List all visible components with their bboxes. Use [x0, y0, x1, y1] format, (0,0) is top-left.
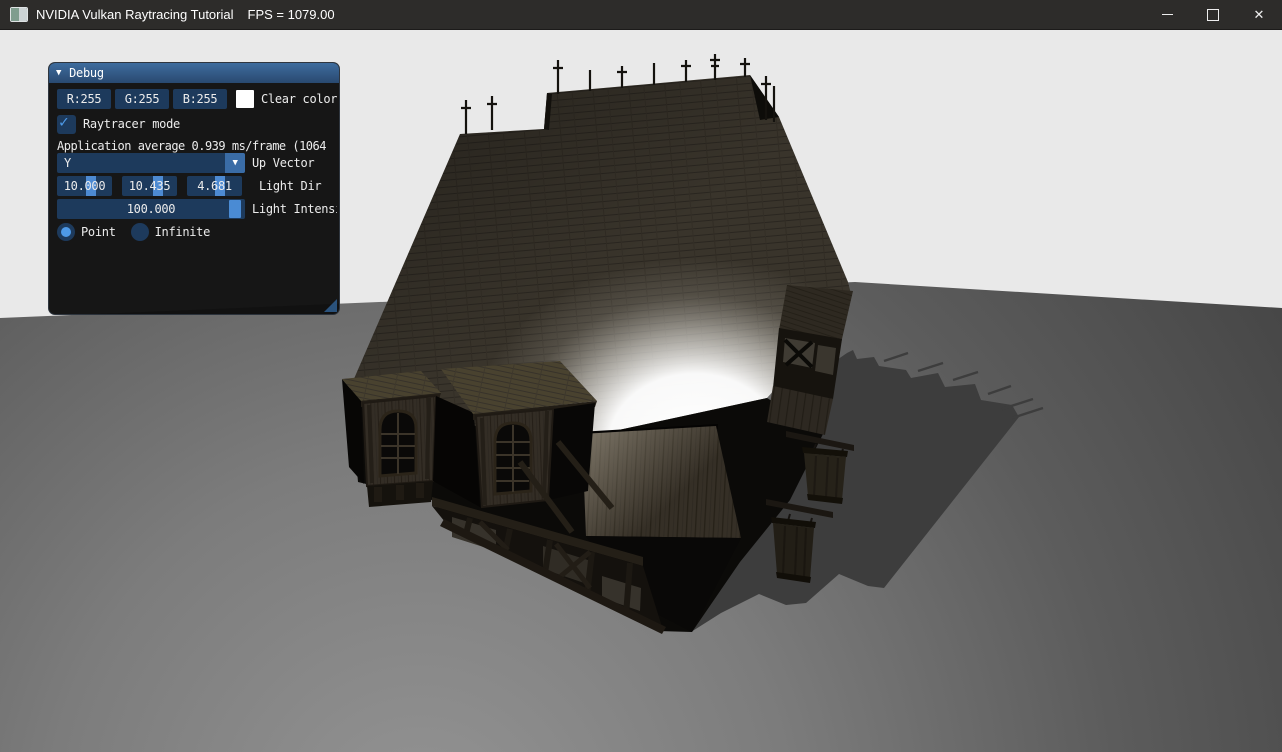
light-dir-z-value: 4.681	[197, 179, 232, 193]
up-vector-value: Y	[64, 156, 71, 170]
light-dir-row: 10.000 10.435 4.681 Light Dir	[57, 176, 337, 196]
raytracer-row: ✓ Raytracer mode	[57, 114, 337, 134]
raytracer-label: Raytracer mode	[83, 117, 337, 131]
color-field-r-value: R:255	[67, 92, 102, 106]
panel-resize-grip[interactable]	[324, 299, 337, 312]
right-wall-plank-light	[582, 426, 741, 538]
raytracer-checkbox[interactable]: ✓	[57, 115, 76, 134]
light-intensity-row: 100.000 Light Intensity	[57, 199, 337, 219]
app-icon-left	[11, 8, 19, 21]
light-type-row: Point Infinite	[57, 222, 337, 242]
debug-panel-header[interactable]: ▼ Debug	[49, 63, 339, 83]
gable-panel	[815, 345, 836, 375]
debug-panel[interactable]: ▼ Debug R:255 G:255 B:255 Clear color ✓ …	[48, 62, 340, 315]
combo-dropdown-button[interactable]: ▼	[225, 153, 245, 173]
panel-title: Debug	[69, 66, 104, 80]
app-window: { "window": { "title": "NVIDIA Vulkan Ra…	[0, 0, 1282, 752]
maximize-button[interactable]	[1190, 0, 1236, 30]
lantern-body	[773, 523, 814, 579]
clear-color-row: R:255 G:255 B:255 Clear color	[57, 89, 337, 109]
minimize-icon	[1162, 14, 1173, 15]
light-dir-x-field[interactable]: 10.000	[57, 176, 112, 196]
color-field-r[interactable]: R:255	[57, 89, 111, 109]
radio-infinite[interactable]	[131, 223, 149, 241]
close-icon: ✕	[1254, 8, 1265, 21]
check-icon: ✓	[59, 112, 68, 131]
light-dir-z-field[interactable]: 4.681	[187, 176, 242, 196]
color-swatch[interactable]	[236, 90, 254, 108]
up-vector-combo[interactable]: Y ▼	[57, 153, 245, 173]
radio-point-label: Point	[81, 225, 116, 239]
collapse-arrow-icon[interactable]: ▼	[56, 68, 61, 78]
app-icon-right	[19, 8, 27, 21]
light-dir-label: Light Dir	[259, 179, 337, 193]
app-icon	[10, 7, 28, 22]
chevron-down-icon: ▼	[232, 158, 237, 168]
frame-stats-text: Application average 0.939 ms/frame (1064	[57, 139, 326, 153]
color-field-g-value: G:255	[125, 92, 160, 106]
up-vector-row: Y ▼ Up Vector	[57, 153, 337, 173]
window-title: NVIDIA Vulkan Raytracing Tutorial	[36, 7, 234, 22]
radio-point[interactable]	[57, 223, 75, 241]
dormer-side-face	[548, 403, 595, 500]
fps-readout: FPS = 1079.00	[248, 7, 335, 22]
clear-color-label: Clear color	[261, 92, 337, 106]
radio-infinite-label: Infinite	[155, 225, 210, 239]
minimize-button[interactable]	[1144, 0, 1190, 30]
close-button[interactable]: ✕	[1236, 0, 1282, 30]
color-field-b[interactable]: B:255	[173, 89, 227, 109]
lantern-body	[804, 453, 846, 500]
light-dir-y-field[interactable]: 10.435	[122, 176, 177, 196]
color-field-b-value: B:255	[183, 92, 218, 106]
title-bar[interactable]: NVIDIA Vulkan Raytracing Tutorial FPS = …	[0, 0, 1282, 30]
light-intensity-label: Light Intensity	[252, 202, 337, 216]
color-field-g[interactable]: G:255	[115, 89, 169, 109]
light-intensity-value: 100.000	[127, 202, 175, 216]
slider-grab[interactable]	[229, 200, 241, 218]
light-intensity-slider[interactable]: 100.000	[57, 199, 245, 219]
light-dir-x-value: 10.000	[64, 179, 106, 193]
maximize-icon	[1207, 9, 1219, 21]
up-vector-label: Up Vector	[252, 156, 337, 170]
light-dir-y-value: 10.435	[129, 179, 171, 193]
